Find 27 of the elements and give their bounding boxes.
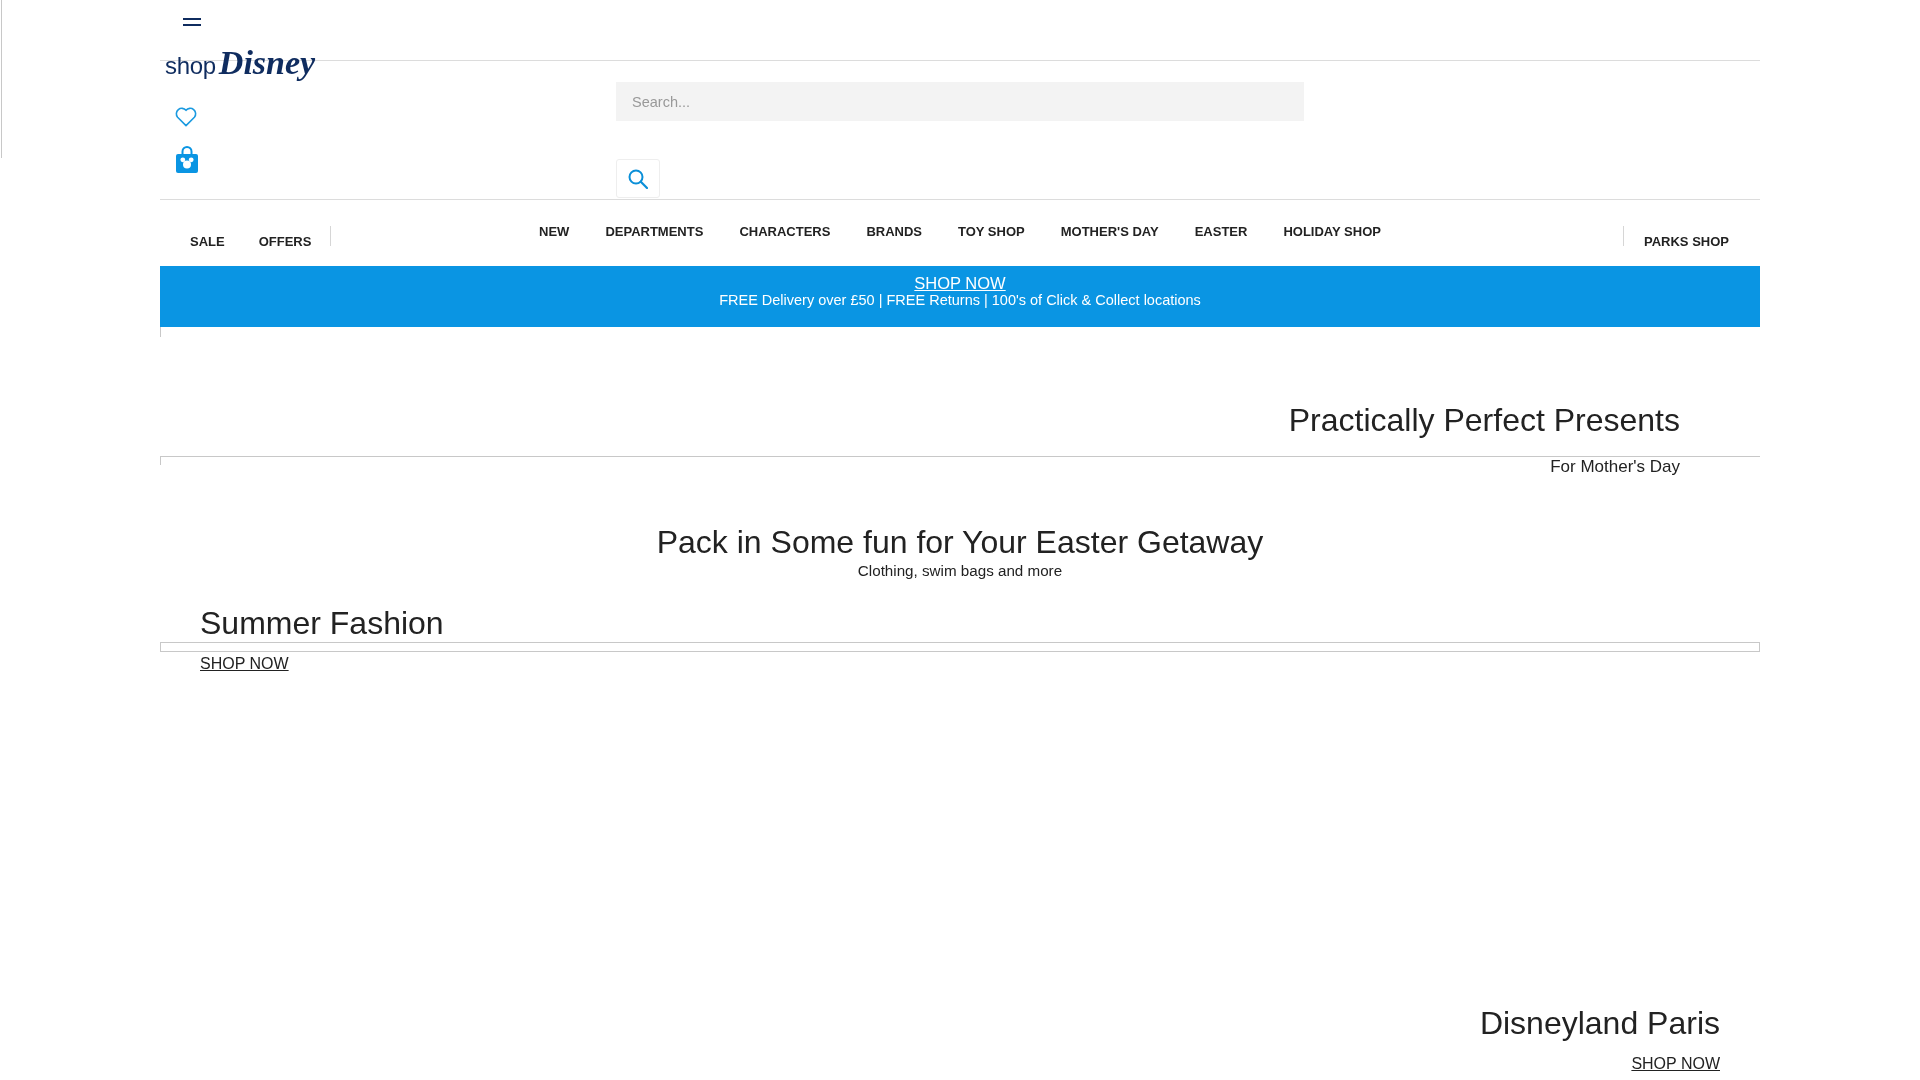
menu-icon[interactable] (183, 18, 201, 26)
heart-icon[interactable] (175, 106, 197, 127)
promo-subtitle: Clothing, swim bags and more (857, 562, 1063, 580)
logo[interactable]: shopDisney (165, 44, 316, 86)
delivery-text: FREE Delivery over £50 | FREE Returns | 100's of Click & Collect locations (719, 292, 1201, 308)
nav-link[interactable]: TOY SHOP (958, 224, 1025, 240)
nav-link[interactable]: MOTHER'S DAY (1060, 224, 1159, 240)
shopping-bag-icon[interactable] (176, 146, 198, 173)
promo-subtitle: For Mother's Day (1550, 457, 1680, 477)
nav-link[interactable]: CHARACTERS (739, 224, 831, 240)
nav-link[interactable]: NEW (539, 224, 570, 240)
shop-now-link[interactable]: SHOP NOW (1631, 1054, 1720, 1074)
nav-link[interactable]: PARKS SHOP (1644, 234, 1729, 250)
promo-title: Disneyland Paris (1479, 1005, 1720, 1042)
promo-title: Practically Perfect Presents (1288, 402, 1680, 439)
promo-title: Summer Fashion (200, 605, 444, 642)
nav-link[interactable]: BRANDS (866, 224, 922, 240)
nav-link[interactable]: DEPARTMENTS (605, 224, 704, 240)
nav-link[interactable]: SALE (190, 234, 225, 250)
search-field[interactable]: Search... (616, 82, 1304, 121)
nav-link[interactable]: EASTER (1194, 224, 1248, 240)
nav-link[interactable]: OFFERS (258, 234, 312, 250)
nav-link[interactable]: HOLIDAY SHOP (1283, 224, 1381, 240)
search-icon (628, 168, 648, 189)
shop-now-link[interactable]: SHOP NOW (200, 654, 289, 674)
search-button[interactable] (616, 159, 660, 198)
promo-title: Pack in Some fun for Your Easter Getaway (656, 524, 1264, 561)
